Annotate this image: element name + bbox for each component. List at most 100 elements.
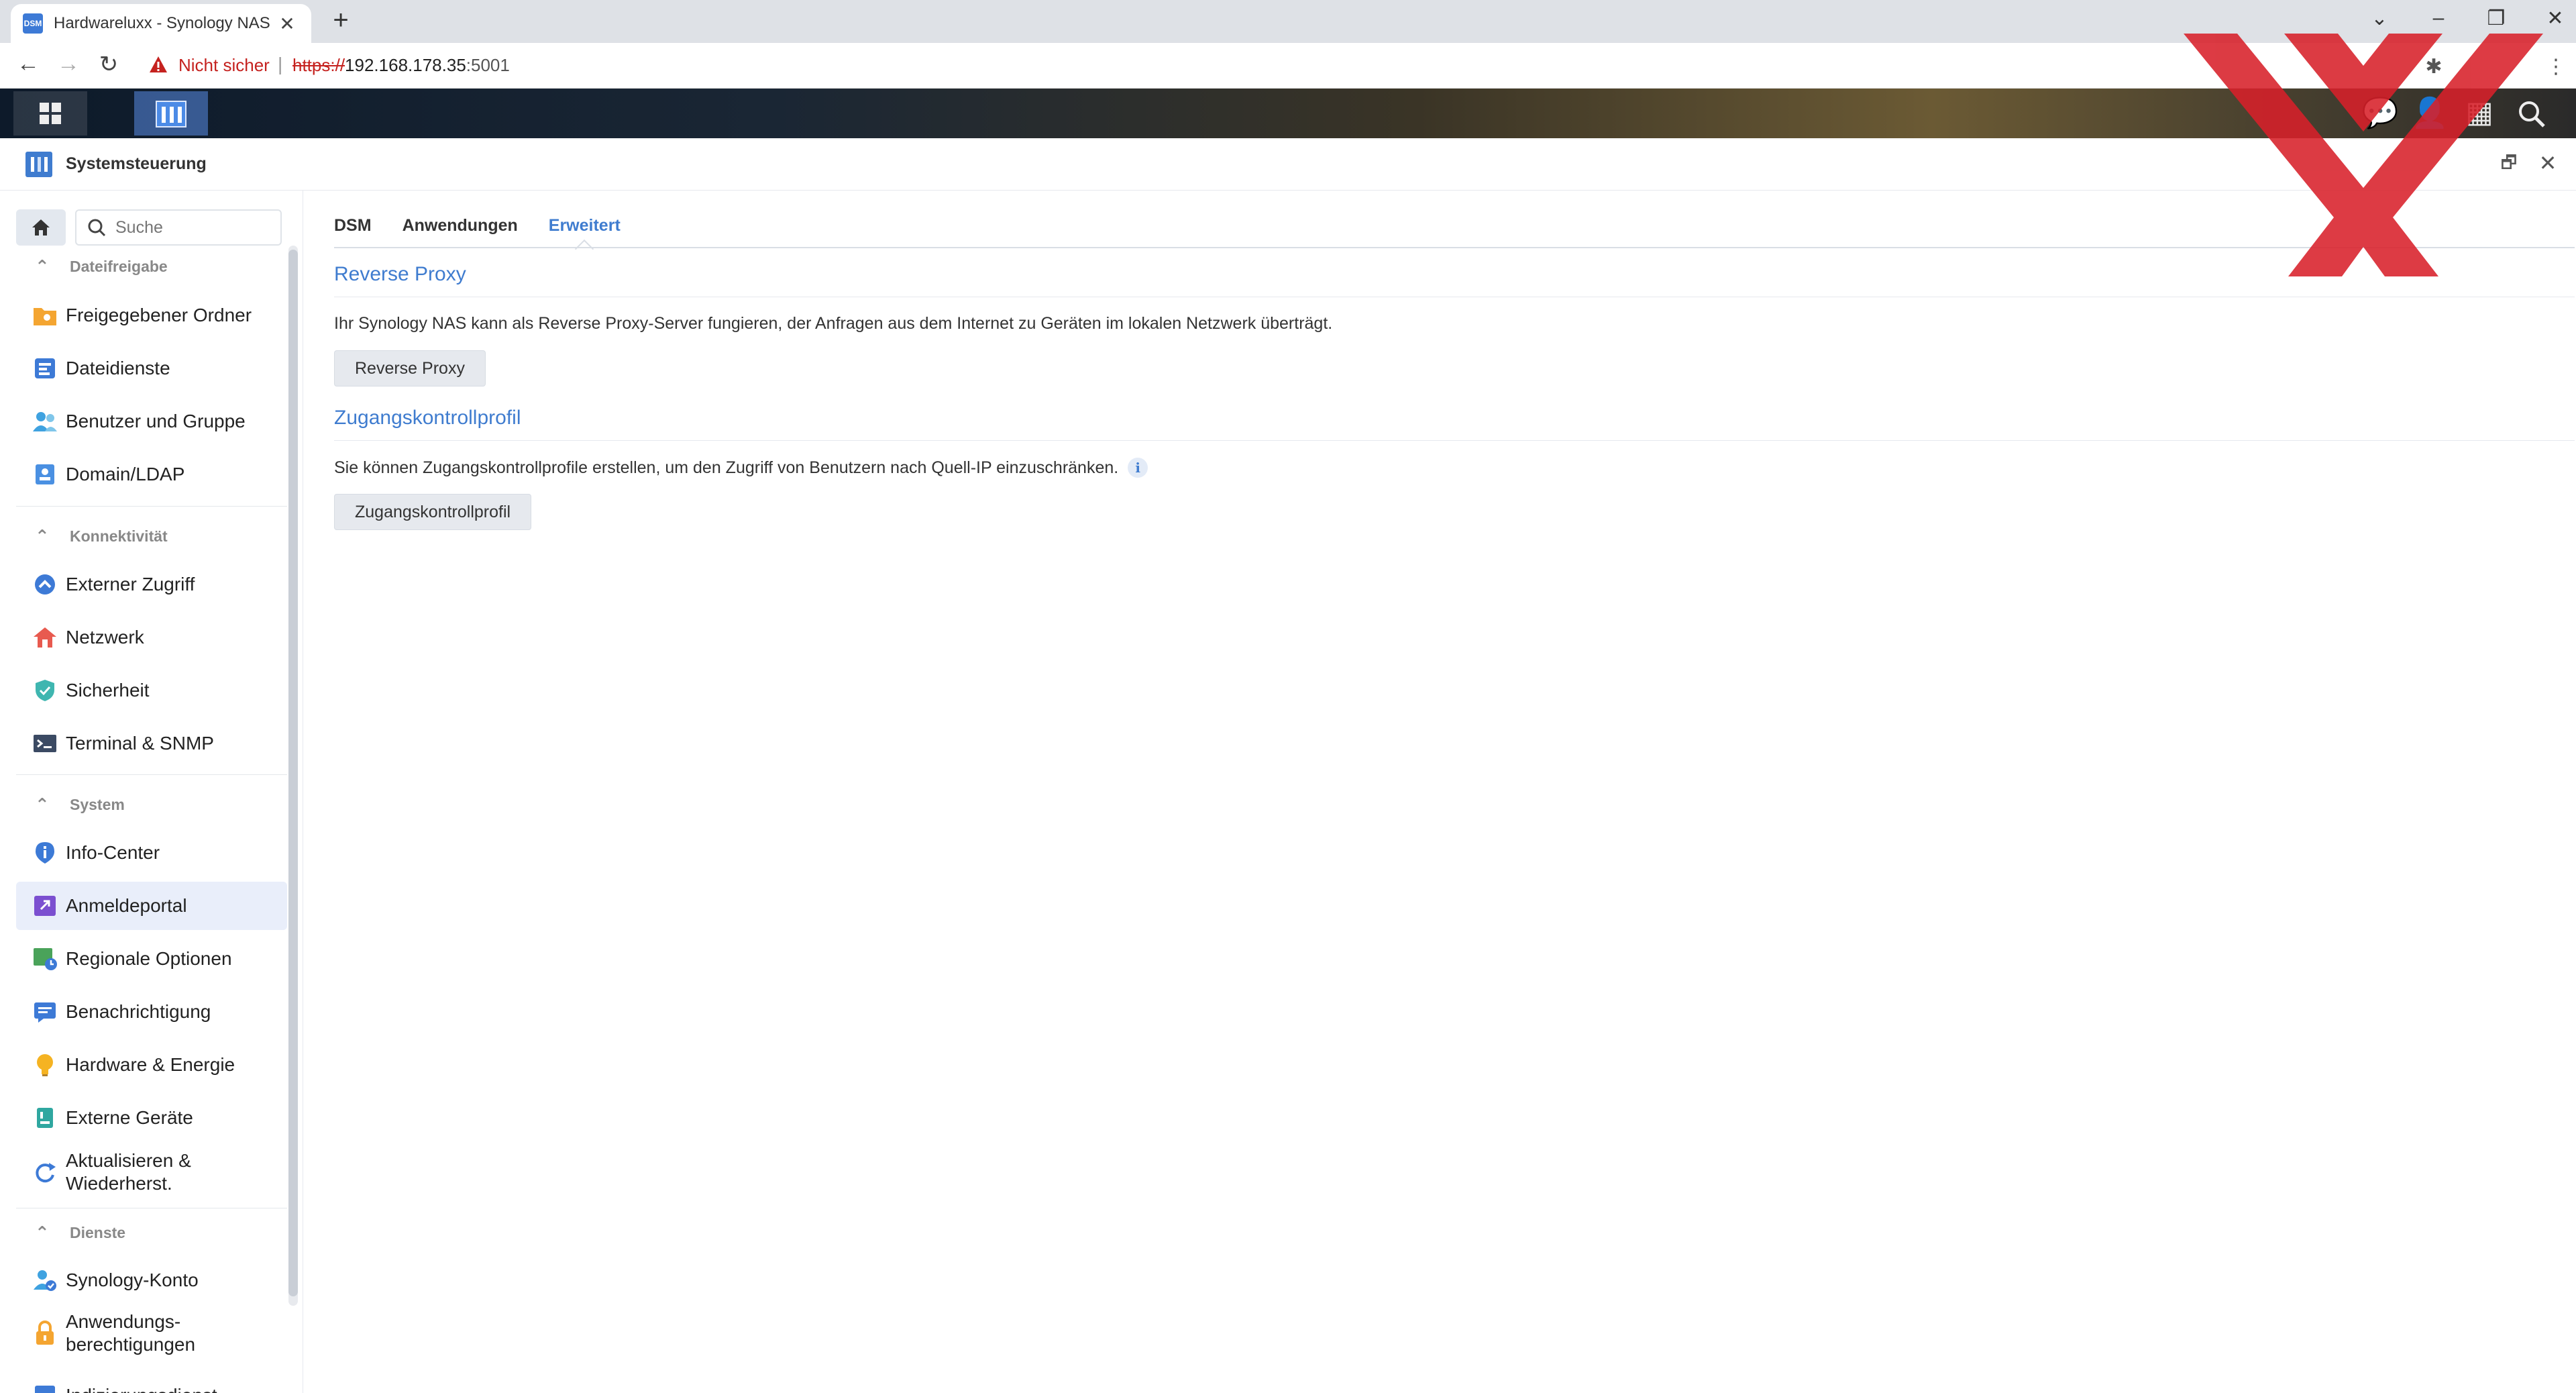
tab-close-icon[interactable]: ✕ — [275, 13, 299, 35]
control-panel-taskbar-button[interactable] — [134, 91, 208, 136]
regional-options-icon — [31, 945, 59, 973]
sidebar-item-user-group[interactable]: Benutzer und Gruppe — [16, 397, 287, 446]
external-devices-icon — [31, 1104, 59, 1132]
forward-button[interactable]: → — [54, 51, 83, 77]
info-icon[interactable]: i — [1128, 458, 1148, 478]
section-header-dienste[interactable]: ⌃ Dienste — [35, 1223, 125, 1243]
section-title: Dienste — [70, 1224, 126, 1241]
window-title: Systemsteuerung — [66, 154, 207, 173]
url-scheme: https:// — [292, 55, 345, 75]
back-button[interactable]: ← — [13, 51, 43, 77]
sidebar-item-regional-options[interactable]: Regionale Optionen — [16, 935, 287, 983]
url-separator: | — [278, 54, 283, 74]
synology-account-icon — [31, 1266, 59, 1294]
section-title: Konnektivität — [70, 527, 168, 545]
access-control-heading: Zugangskontrollprofil — [334, 407, 521, 429]
dsm-favicon-icon: DSM — [23, 13, 43, 34]
shield-icon — [31, 676, 59, 705]
chevron-up-icon: ⌃ — [35, 526, 50, 546]
sidebar-item-label: Anwendungs-berechtigungen — [66, 1310, 195, 1356]
tab-search-icon[interactable]: ⌄ — [2363, 7, 2396, 30]
section-title: Dateifreigabe — [70, 258, 168, 275]
reverse-proxy-button[interactable]: Reverse Proxy — [334, 350, 486, 386]
section-divider — [334, 440, 2575, 441]
section-header-dateifreigabe[interactable]: ⌃ Dateifreigabe — [35, 256, 168, 277]
tab-dsm[interactable]: DSM — [334, 211, 372, 248]
browser-tab[interactable]: DSM Hardwareluxx - Synology NAS ✕ — [11, 4, 311, 43]
section-divider — [16, 506, 287, 507]
label-line-1: Aktualisieren & — [66, 1150, 191, 1171]
not-secure-label[interactable]: Nicht sicher — [178, 55, 270, 76]
sidebar-item-network[interactable]: Netzwerk — [16, 613, 287, 662]
sidebar-item-update-restore[interactable]: Aktualisieren & Wiederherst. — [16, 1142, 287, 1202]
info-center-icon — [31, 839, 59, 867]
access-control-profile-button[interactable]: Zugangskontrollprofil — [334, 494, 532, 530]
tab-anwendungen[interactable]: Anwendungen — [402, 211, 518, 248]
sidebar: ⌃ Dateifreigabe Freigegebener Ordner Date… — [0, 191, 303, 1393]
sidebar-item-synology-account[interactable]: Synology-Konto — [16, 1256, 287, 1304]
sidebar-item-shared-folder[interactable]: Freigegebener Ordner — [16, 291, 287, 340]
sidebar-item-label: Terminal & SNMP — [66, 733, 214, 754]
minimize-button[interactable]: – — [2422, 7, 2455, 30]
reload-button[interactable]: ↻ — [94, 51, 123, 78]
sidebar-item-hardware-power[interactable]: Hardware & Energie — [16, 1041, 287, 1089]
url-field[interactable]: https://192.168.178.35:5001 — [292, 55, 510, 76]
user-group-icon — [31, 407, 59, 435]
lightbulb-icon — [31, 1051, 59, 1079]
network-icon — [31, 623, 59, 652]
access-control-description-row: Sie können Zugangskontrollprofile erstel… — [334, 458, 1148, 478]
sidebar-item-label: Benutzer und Gruppe — [66, 411, 246, 431]
scrollbar-thumb[interactable] — [288, 250, 298, 1296]
search-input[interactable] — [115, 217, 263, 238]
sidebar-item-terminal-snmp[interactable]: Terminal & SNMP — [16, 719, 287, 768]
label-line-2: Wiederherst. — [66, 1173, 172, 1194]
sidebar-item-notification[interactable]: Benachrichtigung — [16, 988, 287, 1036]
label-line-2: berechtigungen — [66, 1334, 196, 1355]
restore-button[interactable]: ❐ — [2479, 7, 2513, 30]
sidebar-item-file-services[interactable]: Dateidienste — [16, 344, 287, 393]
sidebar-item-info-center[interactable]: Info-Center — [16, 829, 287, 877]
section-header-konnektivitaet[interactable]: ⌃ Konnektivität — [35, 526, 168, 547]
sidebar-item-app-privileges[interactable]: Anwendungs-berechtigungen — [16, 1303, 287, 1363]
close-window-button[interactable]: ✕ — [2538, 7, 2572, 30]
home-button[interactable] — [16, 209, 66, 246]
chevron-up-icon: ⌃ — [35, 794, 50, 815]
sidebar-item-label: Info-Center — [66, 842, 160, 863]
sidebar-item-label: Hardware & Energie — [66, 1054, 235, 1075]
url-host: 192.168.178.35 — [345, 55, 466, 75]
notification-icon — [31, 998, 59, 1026]
sidebar-item-label: Netzwerk — [66, 627, 144, 648]
sidebar-item-login-portal[interactable]: Anmeldeportal — [16, 882, 287, 930]
login-portal-icon — [31, 892, 59, 920]
main-menu-button[interactable] — [13, 91, 87, 136]
tab-erweitert[interactable]: Erweitert — [549, 211, 621, 248]
reverse-proxy-description: Ihr Synology NAS kann als Reverse Proxy-… — [334, 314, 1333, 333]
sidebar-item-security[interactable]: Sicherheit — [16, 666, 287, 715]
update-restore-icon — [31, 1158, 59, 1186]
sidebar-item-label: Synology-Konto — [66, 1270, 199, 1290]
warning-icon[interactable] — [149, 55, 168, 74]
label-line-1: Anwendungs- — [66, 1311, 181, 1332]
sidebar-item-label: Benachrichtigung — [66, 1001, 211, 1022]
new-tab-button[interactable]: + — [327, 5, 354, 36]
hardwareluxx-logo-watermark — [2184, 34, 2543, 276]
access-control-description: Sie können Zugangskontrollprofile erstel… — [334, 458, 1119, 477]
sidebar-item-label: Aktualisieren & Wiederherst. — [66, 1149, 191, 1195]
tab-bar: DSM Anwendungen Erweitert — [334, 211, 651, 248]
shared-folder-icon — [31, 301, 59, 329]
sidebar-item-label: Dateidienste — [66, 358, 170, 378]
lock-icon — [31, 1319, 59, 1347]
section-header-system[interactable]: ⌃ System — [35, 794, 125, 815]
control-panel-icon — [25, 152, 52, 177]
sidebar-item-label: Freigegebener Ordner — [66, 305, 252, 325]
sidebar-item-label: Anmeldeportal — [66, 895, 187, 916]
sidebar-item-domain-ldap[interactable]: Domain/LDAP — [16, 450, 287, 499]
sidebar-item-external-access[interactable]: Externer Zugriff — [16, 560, 287, 609]
sidebar-item-external-devices[interactable]: Externe Geräte — [16, 1094, 287, 1142]
sidebar-search[interactable] — [75, 209, 282, 246]
sidebar-item-indexing-service[interactable]: Indizierungsdienst — [16, 1372, 287, 1393]
browser-menu-icon[interactable]: ⋮ — [2542, 55, 2569, 79]
reverse-proxy-heading: Reverse Proxy — [334, 263, 466, 285]
domain-ldap-icon — [31, 460, 59, 488]
sidebar-scrollbar[interactable] — [288, 246, 298, 1306]
